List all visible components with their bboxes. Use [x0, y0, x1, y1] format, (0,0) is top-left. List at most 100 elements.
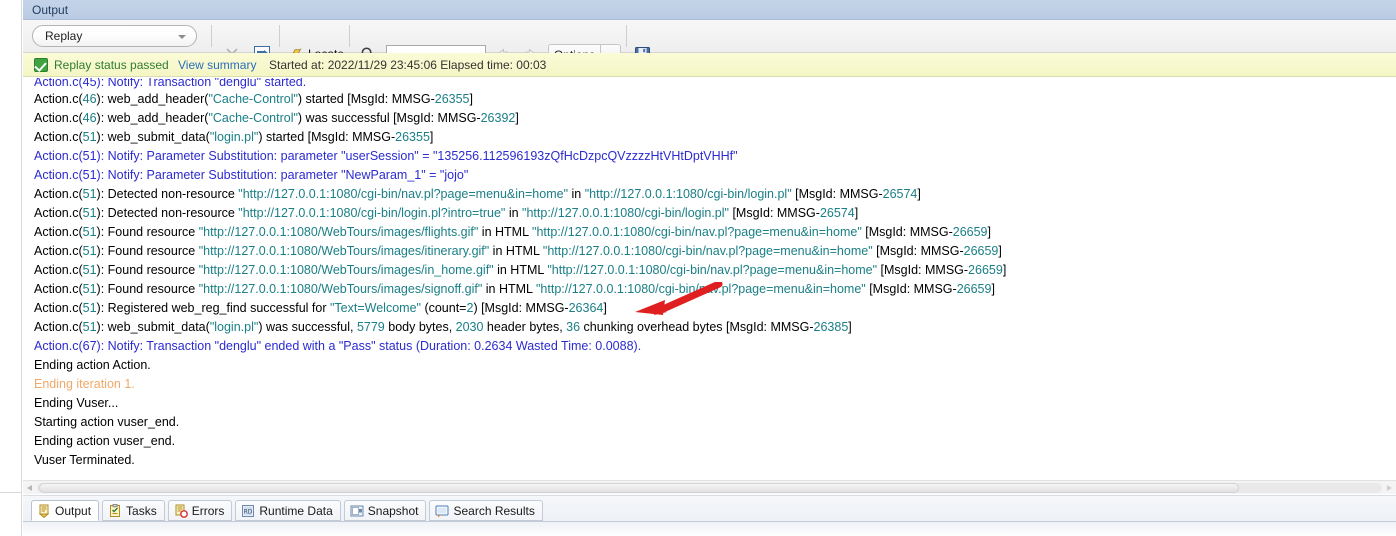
log-line[interactable]: Action.c(51): web_submit_data("login.pl"… [34, 128, 433, 147]
log-line[interactable]: Ending Vuser... [34, 394, 118, 413]
tab-label: Output [55, 503, 92, 518]
log-segment: header bytes, [483, 320, 567, 334]
replay-mode-value: Replay [45, 29, 83, 43]
log-segment: [MsgId: MMSG- [865, 282, 957, 296]
log-segment: Ending Vuser... [34, 396, 119, 410]
log-segment: Starting action vuser_end. [34, 415, 180, 429]
tab-output[interactable]: Output [31, 500, 100, 521]
log-segment: Action.c(67): Notify: Transaction "dengl… [34, 339, 642, 353]
log-line[interactable]: Action.c(51): Found resource "http://127… [34, 223, 991, 242]
log-line[interactable]: Action.c(67): Notify: Transaction "dengl… [34, 337, 641, 356]
log-segment: Ending action Action. [34, 358, 151, 372]
scroll-right-arrow-icon[interactable] [1387, 485, 1392, 491]
log-segment: Action.c(51): Notify: Parameter Substitu… [34, 168, 469, 182]
panel-title: Output [32, 3, 69, 17]
log-segment: ): Detected non-resource [96, 187, 239, 201]
tab-search-results[interactable]: Search Results [429, 500, 543, 521]
log-segment: Action.c( [34, 92, 83, 106]
log-segment: Action.c( [34, 263, 83, 277]
log-segment: "http://127.0.0.1:1080/cgi-bin/nav.pl?pa… [547, 263, 878, 277]
log-segment: 26659 [968, 263, 1003, 277]
log-segment: [MsgId: MMSG- [304, 130, 396, 144]
replay-mode-dropdown[interactable]: Replay [32, 25, 197, 47]
svg-text:RD: RD [244, 508, 253, 515]
tab-strip-filler [23, 522, 1396, 536]
log-segment: ) was successful, [258, 320, 357, 334]
log-segment: 51 [82, 320, 97, 334]
log-segment: "http://127.0.0.1:1080/cgi-bin/nav.pl?pa… [532, 225, 862, 239]
log-segment: 26574 [882, 187, 918, 201]
left-gutter [0, 0, 22, 536]
chevron-down-icon [178, 35, 186, 39]
replay-status-text: Replay status passed [54, 58, 169, 72]
log-segment: 26659 [956, 282, 992, 296]
log-segment: Action.c( [34, 187, 83, 201]
log-segment: body bytes, [384, 320, 456, 334]
log-segment: [MsgId: MMSG- [343, 92, 435, 106]
output-panel: Output Replay Replay status passed View … [23, 0, 1396, 536]
log-segment: "http://127.0.0.1:1080/cgi-bin/login.pl" [522, 206, 729, 220]
output-log-area[interactable]: Action.c(45): Notify: Transaction "dengl… [23, 78, 1396, 476]
log-line[interactable]: Action.c(51): Detected non-resource "htt… [34, 204, 858, 223]
log-segment: Action.c( [34, 244, 83, 258]
runtime-data-icon: RD [241, 504, 255, 518]
tab-label: Search Results [453, 503, 535, 518]
toolbar-separator [279, 25, 280, 47]
log-segment: 26355 [395, 130, 430, 144]
log-line[interactable]: Action.c(51): Found resource "http://127… [34, 280, 995, 299]
log-segment: ): Detected non-resource [96, 206, 239, 220]
log-segment: ] [1002, 263, 1007, 277]
tab-snapshot[interactable]: Snapshot [343, 500, 427, 521]
tab-errors[interactable]: Errors [167, 500, 233, 521]
log-line[interactable]: Action.c(51): Found resource "http://127… [34, 261, 1006, 280]
log-line[interactable]: Ending action vuser_end. [34, 432, 175, 451]
tab-runtime-data[interactable]: RD Runtime Data [235, 500, 341, 521]
log-segment: [MsgId: MMSG- [389, 111, 481, 125]
log-segment: 51 [82, 301, 97, 315]
log-segment: in [568, 187, 585, 201]
log-segment: Ending iteration 1. [34, 377, 135, 391]
view-summary-link[interactable]: View summary [178, 57, 256, 73]
log-segment: Action.c( [34, 320, 83, 334]
log-line[interactable]: Action.c(46): web_add_header("Cache-Cont… [34, 109, 519, 128]
scrollbar-thumb[interactable] [39, 483, 1239, 493]
log-segment: "login.pl" [209, 130, 259, 144]
log-segment: Action.c( [34, 206, 83, 220]
log-line[interactable]: Action.c(51): Detected non-resource "htt… [34, 185, 921, 204]
log-segment: [MsgId: MMSG- [877, 263, 969, 277]
log-segment: "login.pl" [209, 320, 259, 334]
log-segment: 51 [82, 282, 97, 296]
log-segment: 36 [566, 320, 581, 334]
log-segment: ): web_add_header( [96, 92, 209, 106]
log-line[interactable]: Action.c(51): web_submit_data("login.pl"… [34, 318, 852, 337]
log-segment: [MsgId: MMSG- [791, 187, 883, 201]
horizontal-scrollbar[interactable] [23, 480, 1396, 494]
log-line[interactable]: Action.c(46): web_add_header("Cache-Cont… [34, 90, 473, 109]
log-segment: [MsgId: MMSG- [872, 244, 964, 258]
tab-tasks[interactable]: Tasks [102, 500, 165, 521]
log-line[interactable]: Vuser Terminated. [34, 451, 135, 470]
log-segment: 26364 [568, 301, 604, 315]
log-segment: [MsgId: MMSG- [722, 320, 814, 334]
toolbar-separator [626, 25, 627, 47]
log-line[interactable]: Action.c(51): Registered web_reg_find su… [34, 299, 607, 318]
log-segment: ] [429, 130, 434, 144]
log-segment: ): Found resource [96, 225, 199, 239]
log-segment: ): Registered web_reg_find successful fo… [96, 301, 330, 315]
log-line[interactable]: Action.c(51): Found resource "http://127… [34, 242, 1002, 261]
log-line[interactable]: Ending action Action. [34, 356, 151, 375]
log-line[interactable]: Action.c(51): Notify: Parameter Substitu… [34, 147, 738, 166]
log-line[interactable]: Action.c(51): Notify: Parameter Substitu… [34, 166, 468, 185]
scroll-left-arrow-icon[interactable] [27, 485, 32, 491]
log-segment: Action.c(45): Notify: Transaction "dengl… [34, 78, 307, 89]
log-segment: ] [854, 206, 859, 220]
gutter-divider [0, 492, 22, 493]
log-line[interactable]: Starting action vuser_end. [34, 413, 179, 432]
green-check-icon [34, 58, 48, 72]
log-segment: ] [848, 320, 852, 334]
log-line[interactable]: Ending iteration 1. [34, 375, 135, 394]
log-segment: 26392 [480, 111, 516, 125]
log-segment: 26574 [819, 206, 855, 220]
replay-status-bar: Replay status passed View summary Starte… [23, 53, 1396, 77]
log-segment: Action.c( [34, 282, 83, 296]
